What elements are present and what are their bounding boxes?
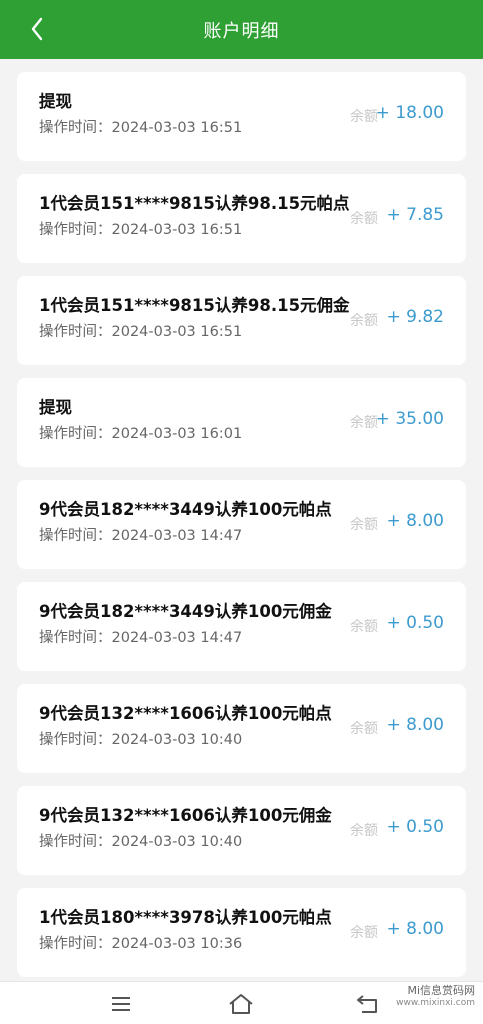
record-title: 1代会员151****9815认养98.15元佣金 [39, 296, 350, 315]
time-value: 2024-03-03 16:51 [111, 222, 243, 238]
record-card[interactable]: 9代会员182****3449认养100元佣金 操作时间：2024-03-03 … [17, 582, 466, 671]
record-title: 1代会员151****9815认养98.15元帕点 [39, 194, 350, 213]
record-amount: + 18.00 [375, 103, 444, 123]
home-icon [229, 994, 253, 1014]
record-title: 9代会员182****3449认养100元帕点 [39, 500, 332, 519]
balance-label: 余额 [350, 721, 378, 737]
time-prefix: 操作时间： [39, 426, 112, 442]
record-time: 操作时间：2024-03-03 16:01 [39, 425, 242, 443]
back-arrow-icon [357, 995, 377, 1013]
menu-icon [112, 997, 130, 1011]
time-value: 2024-03-03 16:01 [111, 426, 243, 442]
time-value: 2024-03-03 10:40 [111, 834, 243, 850]
watermark: Mi信息赏码网 www.mixinxi.com [396, 984, 475, 1010]
home-button[interactable] [224, 990, 258, 1018]
balance-label: 余额 [350, 517, 378, 533]
menu-button[interactable] [104, 990, 138, 1018]
record-time: 操作时间：2024-03-03 16:51 [39, 119, 242, 137]
record-amount: + 8.00 [386, 715, 445, 735]
record-title: 9代会员132****1606认养100元帕点 [39, 704, 332, 723]
record-time: 操作时间：2024-03-03 10:36 [39, 935, 332, 953]
time-value: 2024-03-03 14:47 [111, 528, 243, 544]
time-prefix: 操作时间： [39, 732, 112, 748]
balance-label: 余额 [350, 211, 378, 227]
record-amount: + 8.00 [386, 919, 445, 939]
page-title: 账户明细 [203, 20, 280, 42]
record-time: 操作时间：2024-03-03 10:40 [39, 731, 332, 749]
system-nav-bar: Mi信息赏码网 www.mixinxi.com [0, 981, 483, 1024]
record-card[interactable]: 提现 操作时间：2024-03-03 16:01 余额 + 35.00 [17, 378, 466, 467]
balance-label: 余额 [350, 925, 378, 941]
record-amount: + 0.50 [386, 817, 445, 837]
record-time: 操作时间：2024-03-03 14:47 [39, 629, 332, 647]
back-button[interactable] [22, 14, 52, 44]
balance-label: 余额 [350, 823, 378, 839]
record-amount: + 8.00 [386, 511, 445, 531]
record-card[interactable]: 9代会员132****1606认养100元佣金 操作时间：2024-03-03 … [17, 786, 466, 875]
app-header: 账户明细 [0, 0, 483, 59]
time-prefix: 操作时间： [39, 834, 112, 850]
balance-label: 余额 [350, 619, 378, 635]
record-title: 1代会员180****3978认养100元帕点 [39, 908, 332, 927]
watermark-line1: Mi信息赏码网 [407, 984, 475, 997]
time-prefix: 操作时间： [39, 936, 112, 952]
time-prefix: 操作时间： [39, 324, 112, 340]
chevron-left-icon [31, 17, 43, 41]
balance-label: 余额 [350, 313, 378, 329]
record-card[interactable]: 1代会员180****3978认养100元帕点 操作时间：2024-03-03 … [17, 888, 466, 977]
record-card[interactable]: 9代会员182****3449认养100元帕点 操作时间：2024-03-03 … [17, 480, 466, 569]
record-card[interactable]: 1代会员151****9815认养98.15元佣金 操作时间：2024-03-0… [17, 276, 466, 365]
time-value: 2024-03-03 14:47 [111, 630, 243, 646]
time-prefix: 操作时间： [39, 630, 112, 646]
record-title: 提现 [39, 398, 72, 417]
time-value: 2024-03-03 10:40 [111, 732, 243, 748]
watermark-line2: www.mixinxi.com [396, 998, 475, 1008]
record-title: 9代会员132****1606认养100元佣金 [39, 806, 332, 825]
time-value: 2024-03-03 16:51 [111, 324, 243, 340]
record-amount: + 9.82 [386, 307, 445, 327]
record-amount: + 0.50 [386, 613, 445, 633]
record-time: 操作时间：2024-03-03 16:51 [39, 221, 350, 239]
record-time: 操作时间：2024-03-03 14:47 [39, 527, 332, 545]
record-card[interactable]: 提现 操作时间：2024-03-03 16:51 余额 + 18.00 [17, 72, 466, 161]
record-amount: + 35.00 [375, 409, 444, 429]
system-back-button[interactable] [350, 990, 384, 1018]
balance-label: 余额 [350, 109, 378, 125]
time-prefix: 操作时间： [39, 222, 112, 238]
record-title: 提现 [39, 92, 72, 111]
record-card[interactable]: 1代会员151****9815认养98.15元帕点 操作时间：2024-03-0… [17, 174, 466, 263]
record-list[interactable]: 提现 操作时间：2024-03-03 16:51 余额 + 18.00 1代会员… [0, 59, 483, 981]
record-title: 9代会员182****3449认养100元佣金 [39, 602, 332, 621]
time-prefix: 操作时间： [39, 528, 112, 544]
time-value: 2024-03-03 16:51 [111, 120, 243, 136]
record-amount: + 7.85 [386, 205, 445, 225]
time-value: 2024-03-03 10:36 [111, 936, 243, 952]
time-prefix: 操作时间： [39, 120, 112, 136]
balance-label: 余额 [350, 415, 378, 431]
record-time: 操作时间：2024-03-03 10:40 [39, 833, 332, 851]
record-time: 操作时间：2024-03-03 16:51 [39, 323, 350, 341]
record-card[interactable]: 9代会员132****1606认养100元帕点 操作时间：2024-03-03 … [17, 684, 466, 773]
